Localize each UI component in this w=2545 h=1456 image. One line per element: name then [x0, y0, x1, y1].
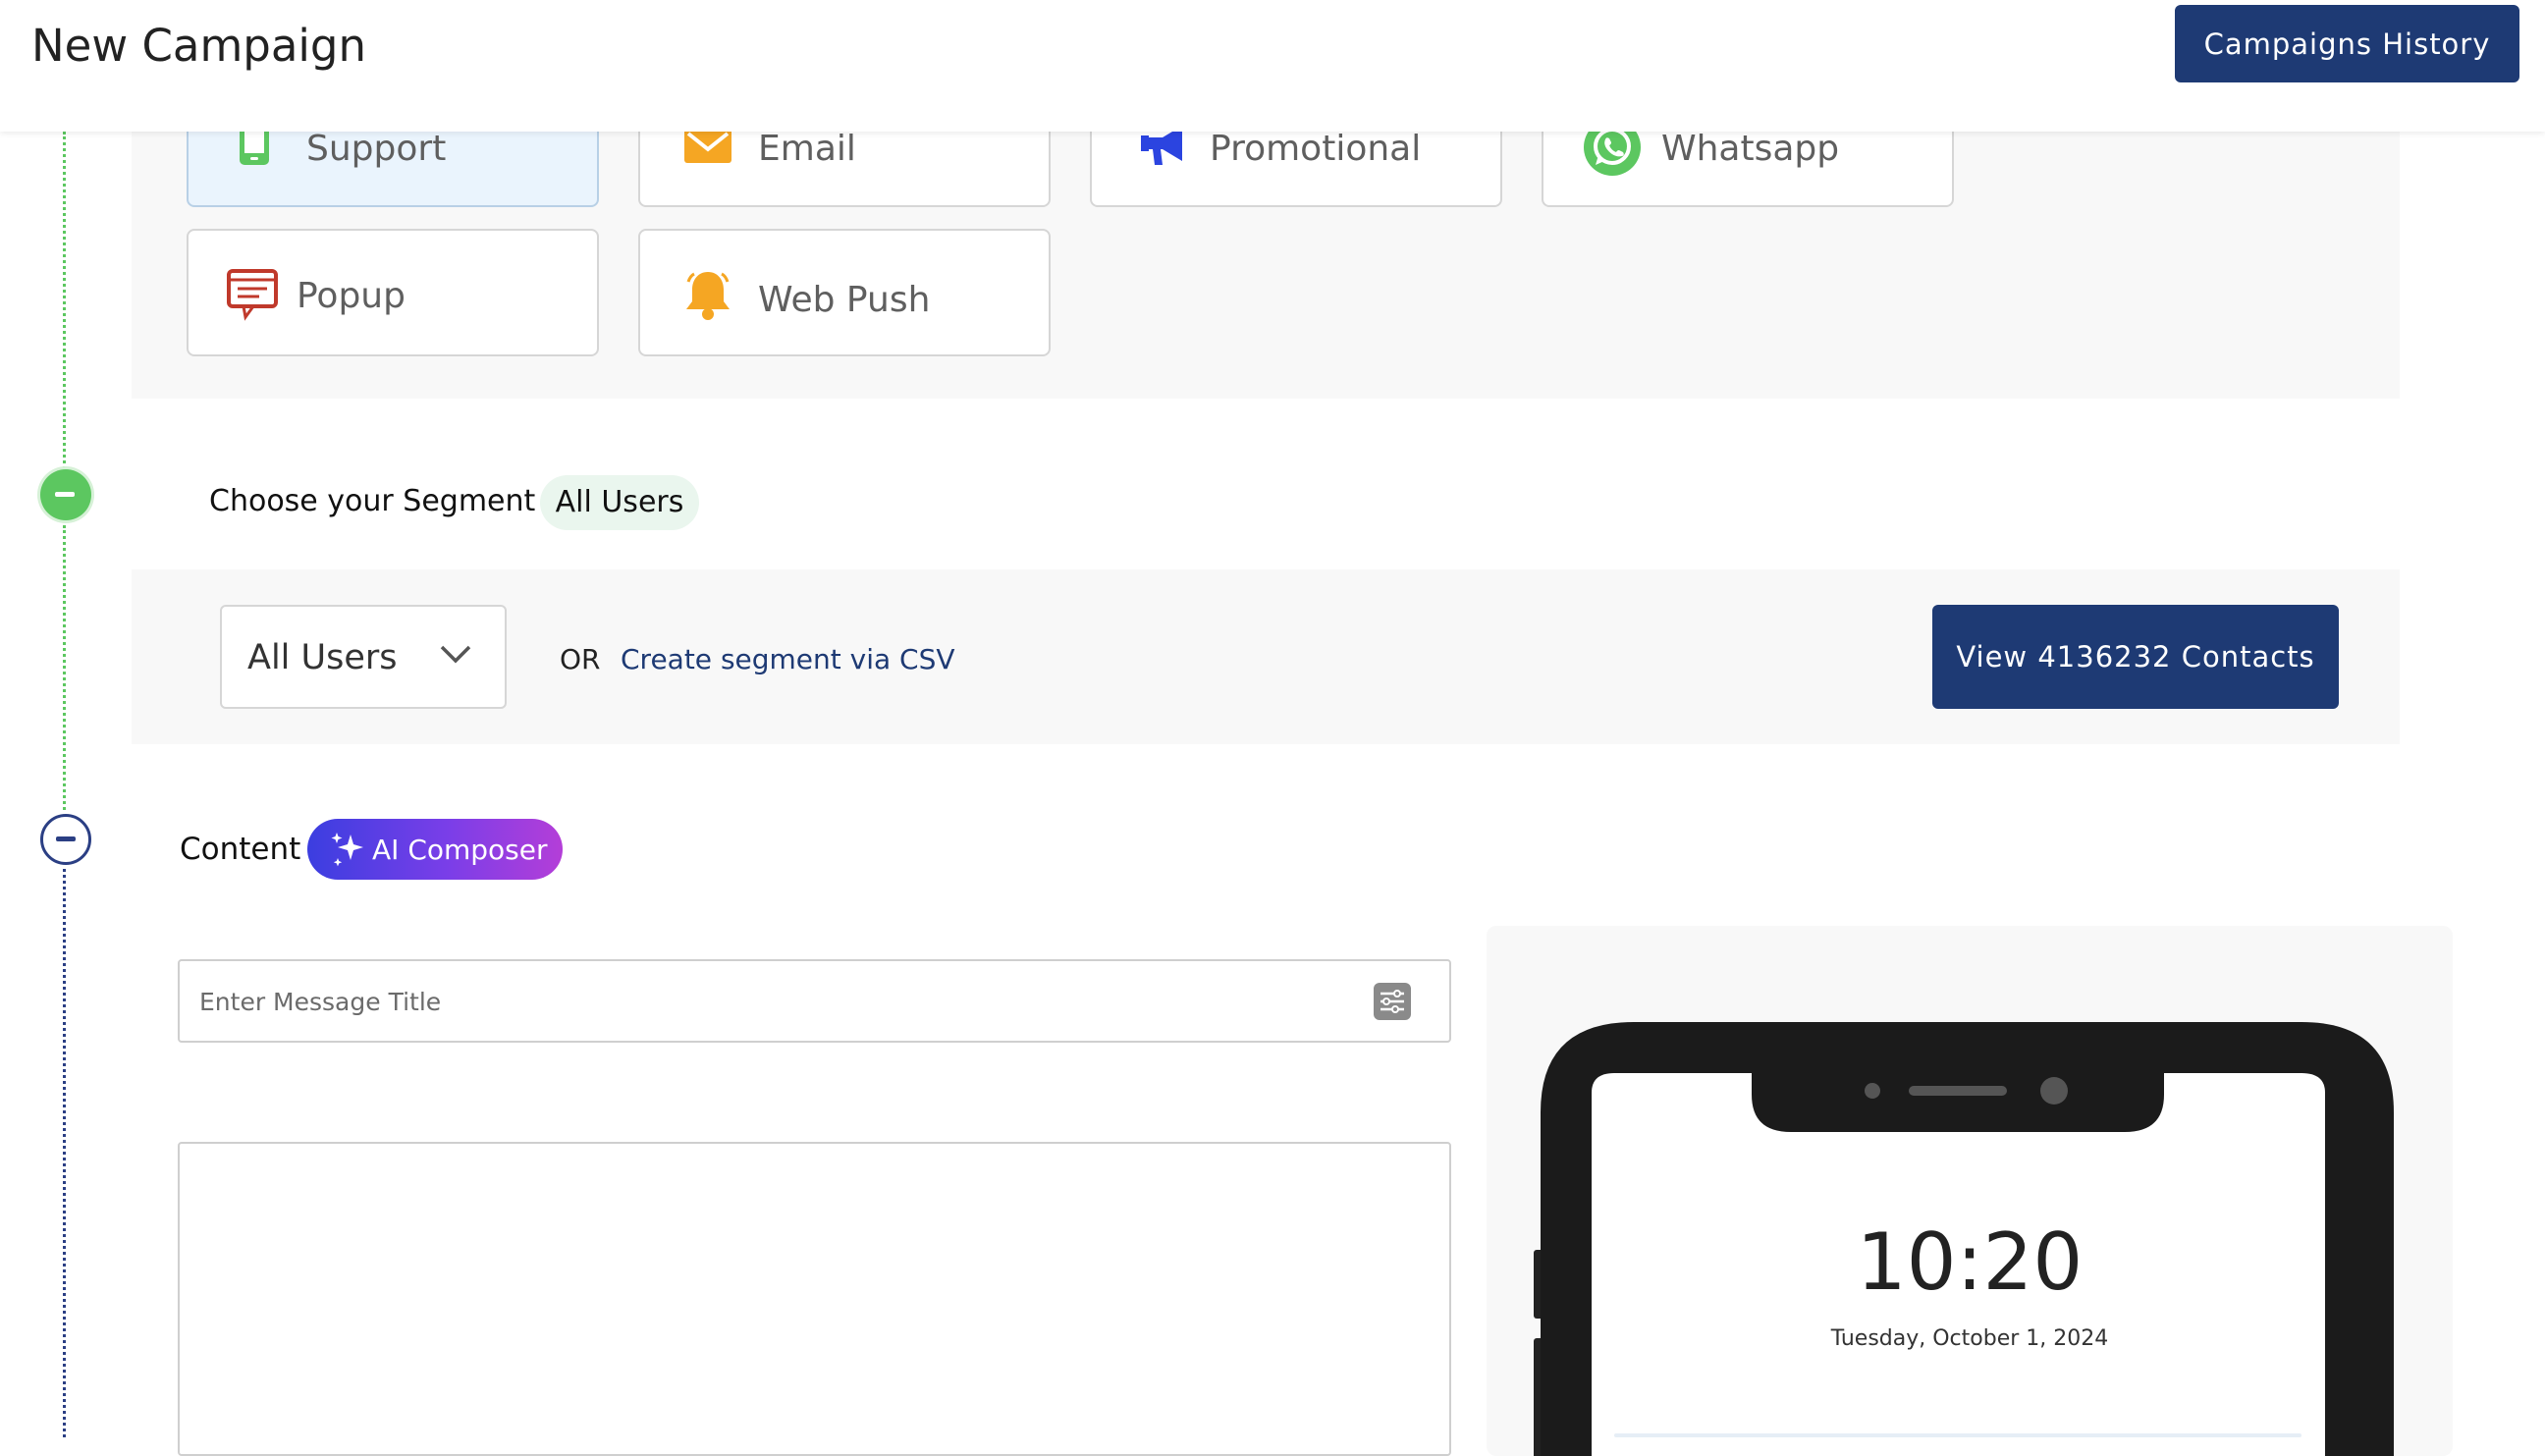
channel-label: Promotional — [1210, 129, 1422, 169]
sparkle-icon — [329, 831, 368, 877]
selected-segment-badge: All Users — [540, 475, 699, 530]
preview-clock: 10:20 — [1856, 1216, 2084, 1308]
or-separator: OR — [560, 643, 601, 675]
message-title-field — [178, 959, 1451, 1043]
segment-panel: All Users OR Create segment via CSV View… — [132, 569, 2400, 744]
segment-dropdown[interactable]: All Users — [220, 605, 507, 709]
channel-label: Email — [758, 129, 856, 169]
channel-panel: Support Email Promotional Whatsapp Popup… — [132, 96, 2400, 399]
ai-composer-label: AI Composer — [372, 833, 548, 866]
segment-label: Choose your Segment — [209, 484, 536, 518]
timeline-line — [63, 869, 66, 1437]
collapse-content-step-icon[interactable] — [40, 814, 91, 865]
campaigns-history-button[interactable]: Campaigns History — [2175, 5, 2519, 82]
channel-card-web-push[interactable]: Web Push — [638, 229, 1051, 356]
settings-sliders-icon[interactable] — [1372, 981, 1413, 1027]
message-title-input[interactable] — [199, 979, 1328, 1024]
phone-preview-panel: 10:20 Tuesday, October 1, 2024 — [1487, 926, 2453, 1456]
phone-frame — [1534, 1022, 2394, 1456]
envelope-icon — [684, 128, 731, 168]
channel-label: Support — [306, 129, 447, 169]
channel-card-popup[interactable]: Popup — [187, 229, 599, 356]
chevron-down-icon — [440, 644, 471, 669]
create-segment-csv-link[interactable]: Create segment via CSV — [621, 643, 955, 675]
timeline-line — [63, 525, 66, 810]
message-body-textarea[interactable] — [178, 1142, 1451, 1456]
popup-message-icon — [226, 268, 279, 326]
segment-dropdown-value: All Users — [247, 638, 398, 677]
ai-composer-button[interactable]: AI Composer — [307, 819, 563, 880]
collapse-segment-step-icon[interactable] — [40, 469, 91, 520]
content-label: Content — [180, 832, 301, 867]
timeline-line — [63, 132, 66, 480]
channel-label: Web Push — [758, 280, 931, 320]
preview-date: Tuesday, October 1, 2024 — [1830, 1326, 2109, 1351]
top-header: New Campaign Campaigns History — [0, 0, 2545, 132]
view-contacts-button[interactable]: View 4136232 Contacts — [1932, 605, 2339, 709]
channel-label: Popup — [297, 276, 406, 316]
channel-label: Whatsapp — [1661, 129, 1840, 169]
page-title: New Campaign — [31, 20, 367, 72]
bell-icon — [684, 270, 731, 326]
